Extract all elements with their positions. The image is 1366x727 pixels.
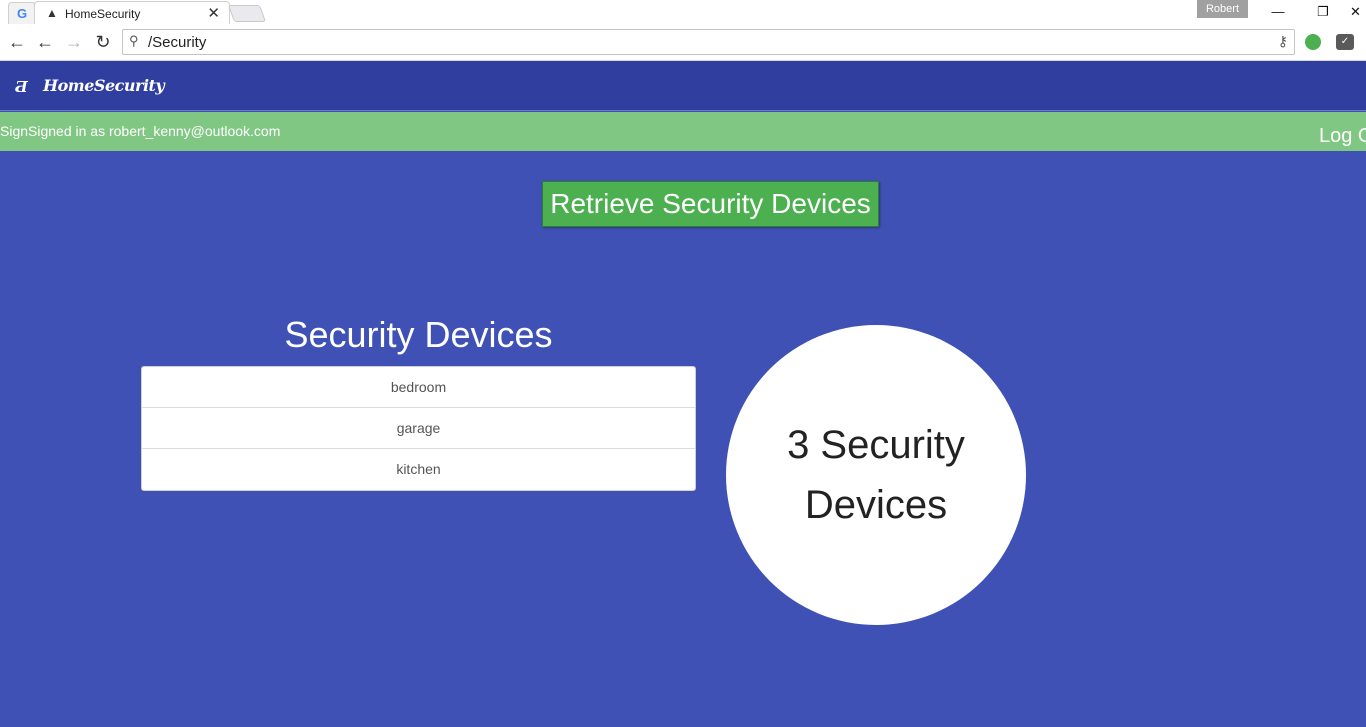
close-tab-icon[interactable]: ✕ [207,4,220,22]
address-text[interactable]: /Security [148,34,206,51]
tab-homesecurity[interactable]: ▲ HomeSecurity ✕ [34,1,230,24]
device-count-text: 3 Security Devices [787,423,965,527]
google-icon: G [17,6,28,21]
logout-button[interactable]: Log O [1319,125,1366,148]
retrieve-devices-button[interactable]: Retrieve Security Devices [542,181,879,227]
signed-in-text: SignSigned in as robert_kenny@outlook.co… [0,123,281,139]
profile-button[interactable]: Robert [1197,0,1248,18]
key-icon[interactable]: ⚷ [1278,33,1288,50]
back-icon[interactable]: ← [34,31,56,53]
device-list: bedroom garage kitchen [141,366,696,491]
pocket-icon[interactable]: ✓ [1336,34,1354,50]
tab-title: HomeSecurity [65,7,141,21]
brand-title[interactable]: HomeSecurity [43,76,165,95]
forward-icon[interactable]: → [63,31,85,53]
list-item[interactable]: bedroom [142,367,695,408]
back-icon[interactable]: ← [6,31,28,53]
restore-button[interactable]: ❐ [1300,0,1346,24]
google-tab[interactable]: G [8,2,36,24]
list-item[interactable]: kitchen [142,449,695,490]
device-count-circle: 3 Security Devices [726,325,1026,625]
list-item[interactable]: garage [142,408,695,449]
minimize-button[interactable]: — [1255,0,1301,24]
new-tab-button[interactable] [227,5,267,22]
address-bar[interactable]: ⚲ /Security ⚷ [122,29,1295,55]
close-window-button[interactable]: ✕ [1345,0,1366,24]
user-status-bar: SignSigned in as robert_kenny@outlook.co… [0,112,1366,151]
reload-icon[interactable]: ↻ [92,31,114,53]
app-header: Ƌ HomeSecurity [0,61,1366,111]
evernote-icon[interactable] [1305,34,1321,50]
search-icon: ⚲ [129,33,139,48]
devices-title: Security Devices [284,314,553,355]
browser-toolbar: ← ← → ↻ ⚲ /Security ⚷ ✓ [0,24,1366,61]
security-camera-icon: ▲ [46,6,58,20]
browser-tabstrip: G ▲ HomeSecurity ✕ Robert — ❐ ✕ [0,0,1366,24]
brand-logo-icon[interactable]: Ƌ [15,78,28,96]
